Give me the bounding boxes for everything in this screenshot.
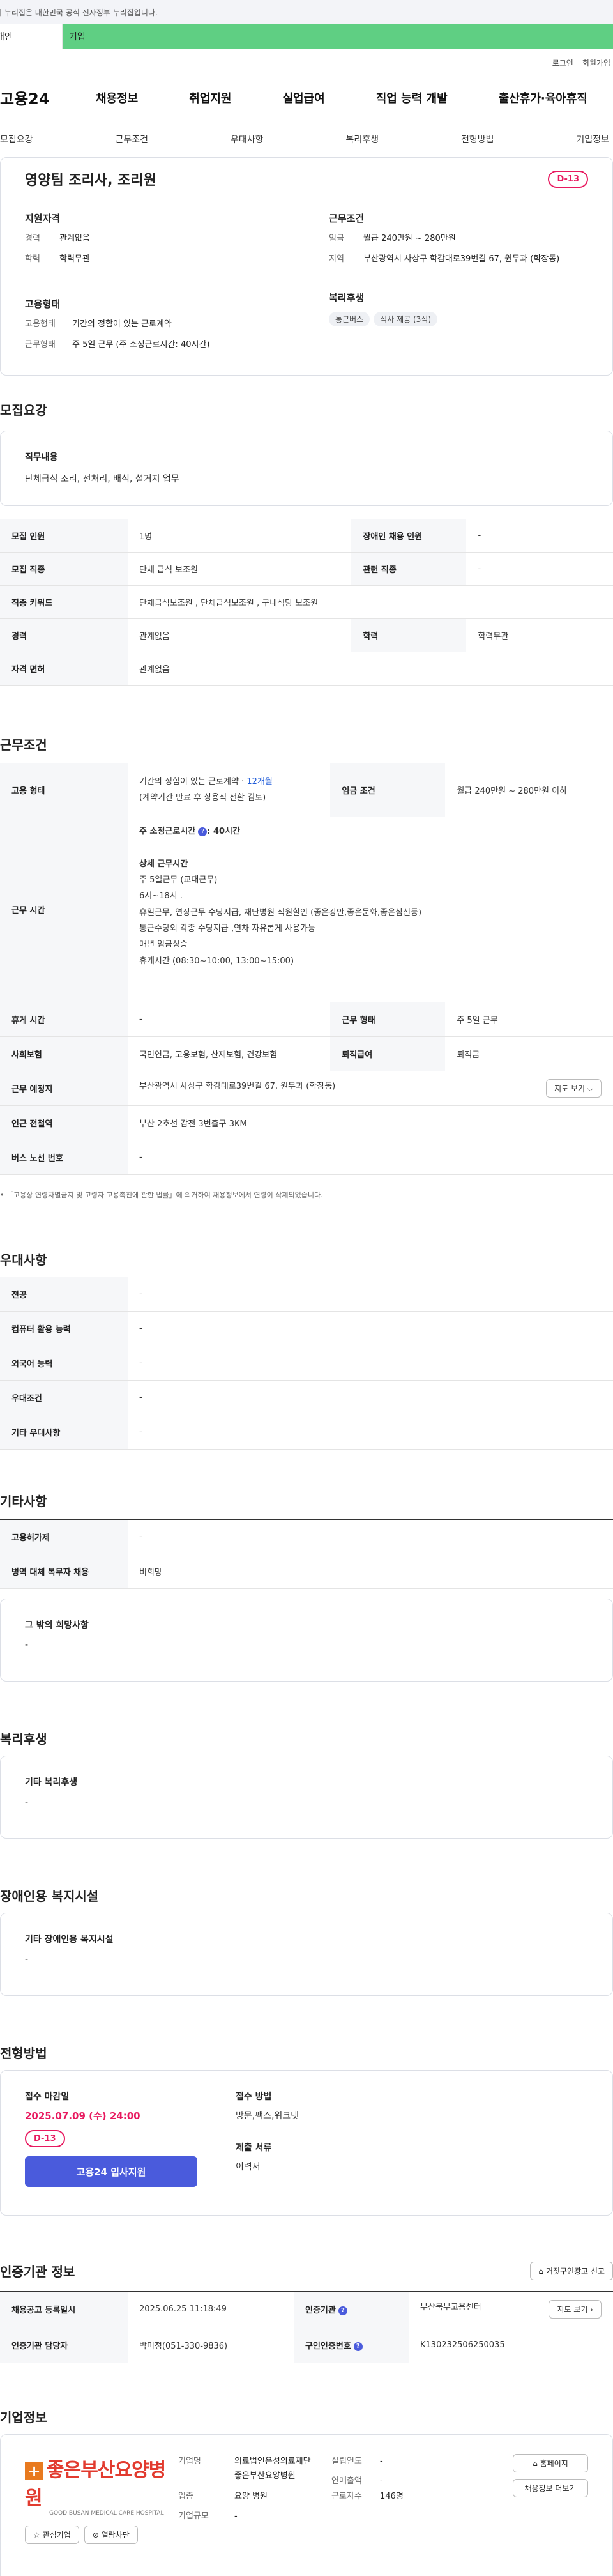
homepage-button[interactable]: ⌂ 홈페이지	[513, 2454, 588, 2472]
other-wish-card: 그 밖의 희망사항 -	[0, 1598, 613, 1682]
job-title: 영양팀 조리사, 조리원	[25, 172, 156, 188]
info-icon[interactable]: ?	[338, 2306, 347, 2315]
company-card: + 좋은부산요양병원 GOOD BUSAN MEDICAL CARE HOSPITA…	[0, 2434, 613, 2576]
tab-company[interactable]: 기업	[63, 24, 613, 49]
age-notice: • 「고용상 연령차별금지 및 고령자 고용촉진에 관한 법률」에 의거하여 채…	[0, 1191, 323, 1199]
pref-table: 전공 - 컴퓨터 활용 능력 - 외국어 능력 - 우대조건 - 기타 우대사항 -	[0, 1276, 613, 1450]
gnb-unemployment[interactable]: 실업급여	[283, 89, 325, 106]
gnb-employment-support[interactable]: 취업지원	[189, 89, 231, 106]
apply-button[interactable]: 고용24 입사지원	[25, 2156, 197, 2187]
welfare-tag: 식사 제공 (3식)	[374, 312, 437, 326]
section-title: 장애인용 복지시설	[0, 1889, 99, 1904]
welfare-heading: 복리후생	[329, 292, 365, 303]
qual-heading: 지원자격	[25, 213, 61, 224]
deadline: 2025.07.09 (수) 24:00	[25, 2110, 140, 2122]
job-summary-card: 영양팀 조리사, 조리원 D-13 지원자격 경력 관계없음 학력 학력무관 고용형태…	[0, 157, 613, 376]
disab-card: 기타 장애인용 복지시설 -	[0, 1913, 613, 1996]
recruit-section: 모집요강	[0, 400, 613, 418]
section-title: 기업정보	[0, 2410, 47, 2425]
etc-table: 고용허가제 - 병역 대체 복무자 채용 비희망	[0, 1519, 613, 1589]
dday-badge: D-13	[548, 170, 588, 188]
subnav-conditions[interactable]: 근무조건	[115, 133, 148, 146]
emp-heading: 고용형태	[25, 298, 61, 310]
section-title: 전형방법	[0, 2046, 47, 2061]
subnav-company[interactable]: 기업정보	[576, 133, 609, 146]
recruit-table: 모집 인원 1명 장애인 채용 인원 - 모집 직종 단체 급식 보조원 관련 직종 - 직…	[0, 519, 613, 686]
cert-table: 채용공고 등록일시 2025.06.25 11:18:49 인증기관? 부산북부고용센…	[0, 2291, 613, 2363]
subnav-welfare[interactable]: 복리후생	[345, 133, 379, 146]
process-card: 접수 마감일 2025.07.09 (수) 24:00 D-13 고용24 입사…	[0, 2070, 613, 2216]
section-title: 인증기관 정보	[0, 2264, 75, 2280]
section-title: 모집요강	[0, 402, 47, 418]
tab-personal[interactable]: 개인	[0, 24, 63, 49]
section-title: 근무조건	[0, 737, 47, 753]
util-links: 로그인 회원가입	[0, 49, 613, 74]
info-icon[interactable]: ?	[353, 2342, 363, 2351]
more-jobs-button[interactable]: 채용정보 더보기	[513, 2479, 588, 2497]
company-logo: + 좋은부산요양병원 GOOD BUSAN MEDICAL CARE HOSPITA…	[25, 2459, 166, 2517]
subnav-preference[interactable]: 우대사항	[231, 133, 264, 146]
cond-heading: 근무조건	[329, 213, 365, 224]
map-view-button[interactable]: 지도 보기 ⌵	[546, 1079, 602, 1098]
signup-link[interactable]: 회원가입	[582, 57, 610, 74]
global-nav: 고용24 채용정보 취업지원 실업급여 직업 능력 개발 출산휴가·육아휴직	[0, 74, 613, 121]
section-title: 우대사항	[0, 1252, 47, 1268]
login-link[interactable]: 로그인	[552, 57, 573, 74]
subnav-process[interactable]: 전형방법	[461, 133, 494, 146]
gnb-parental-leave[interactable]: 출산휴가·육아휴직	[499, 89, 587, 106]
gnb-jobs[interactable]: 채용정보	[96, 89, 138, 106]
map-view-button[interactable]: 지도 보기 ›	[549, 2300, 602, 2319]
benefit-card: 기타 복리후생 -	[0, 1756, 613, 1839]
section-nav: 모집요강 근무조건 우대사항 복리후생 전형방법 기업정보	[0, 121, 613, 157]
work-table: 고용 형태 기간의 정함이 있는 근로계약 · 12개월 (계약기간 만료 후 상용…	[0, 763, 613, 1175]
dday-badge: D-13	[25, 2130, 65, 2147]
subnav-recruit[interactable]: 모집요강	[0, 133, 33, 146]
duty-card: 직무내용 단체급식 조리, 전처리, 배식, 설거지 업무	[0, 431, 613, 506]
gnb-training[interactable]: 직업 능력 개발	[376, 89, 448, 106]
interest-company-button[interactable]: ☆ 관심기업	[25, 2526, 79, 2544]
env-tabs: 개인 기업	[0, 24, 613, 49]
info-icon[interactable]: ?	[198, 827, 208, 836]
section-title: 복리후생	[0, 1731, 47, 1747]
site-logo[interactable]: 고용24	[0, 86, 70, 109]
gov-banner: 이 누리집은 대한민국 공식 전자정부 누리집입니다.	[0, 0, 613, 24]
block-view-button[interactable]: ⊘ 열람차단	[84, 2526, 138, 2544]
section-title: 기타사항	[0, 1494, 47, 1509]
report-fake-ad-button[interactable]: ⌂ 거짓구인광고 신고	[530, 2262, 613, 2280]
welfare-tag: 통근버스	[329, 312, 370, 326]
